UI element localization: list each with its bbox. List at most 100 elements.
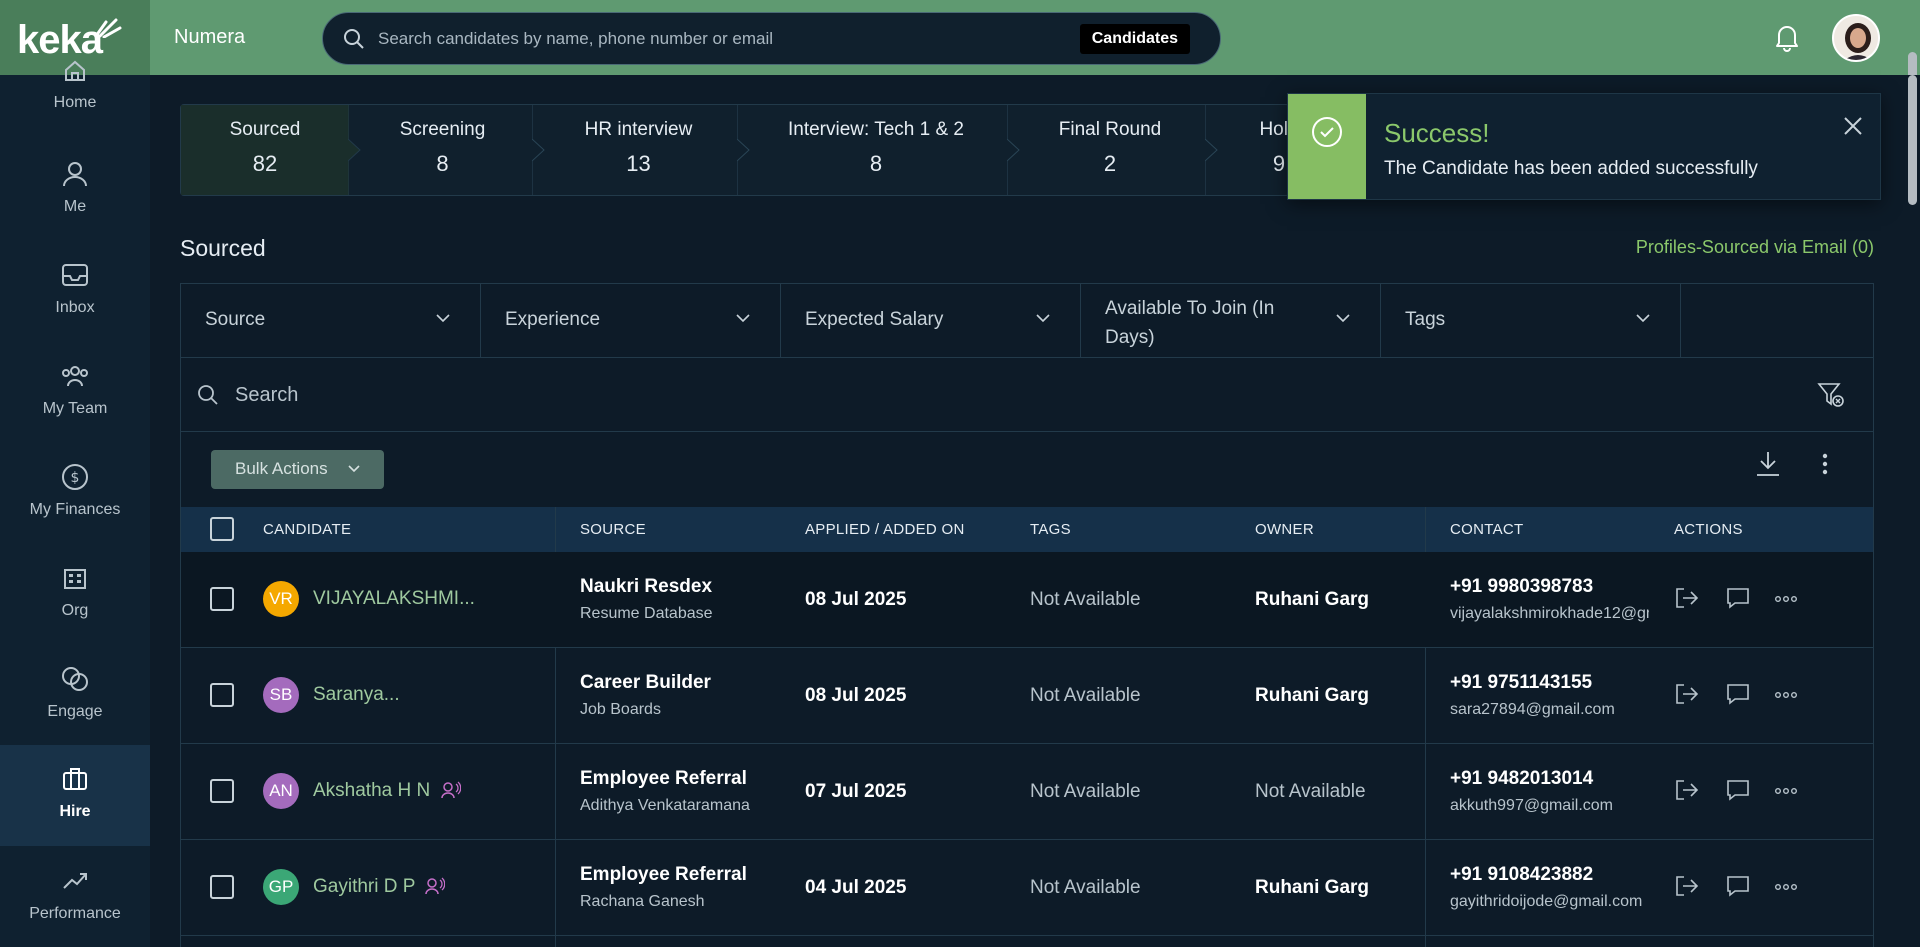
filter-label: Experience <box>505 309 601 330</box>
search-scope-button[interactable]: Candidates <box>1079 24 1190 54</box>
row-checkbox[interactable] <box>210 779 234 803</box>
briefcase-icon <box>63 768 87 790</box>
bell-icon[interactable] <box>1773 22 1801 52</box>
filter-source[interactable]: Source <box>181 284 481 358</box>
col-source[interactable]: SOURCE <box>580 521 646 538</box>
more-options-icon[interactable] <box>1822 452 1828 476</box>
move-stage-icon[interactable] <box>1674 682 1700 706</box>
comment-icon[interactable] <box>1726 778 1750 802</box>
row-checkbox[interactable] <box>210 683 234 707</box>
sidebar-item-me[interactable]: Me <box>0 160 150 260</box>
filter-experience[interactable]: Experience <box>481 284 781 358</box>
col-candidate[interactable]: CANDIDATE <box>263 521 351 538</box>
sidebar-item-performance[interactable]: Performance <box>0 867 150 947</box>
select-all-checkbox[interactable] <box>210 517 234 541</box>
move-stage-icon[interactable] <box>1674 874 1700 898</box>
col-applied[interactable]: APPLIED / ADDED ON <box>805 521 965 538</box>
candidate-owner: Ruhani Garg <box>1255 877 1370 898</box>
stage-tab-final-round[interactable]: Final Round 2 <box>1011 105 1209 195</box>
sidebar-item-inbox[interactable]: Inbox <box>0 261 150 361</box>
sidebar-item-org[interactable]: Org <box>0 564 150 664</box>
stage-tab-screening[interactable]: Screening 8 <box>351 105 534 195</box>
stage-tab-sourced[interactable]: Sourced 82 <box>181 105 349 195</box>
col-tags[interactable]: TAGS <box>1030 521 1071 538</box>
sidebar-item-label: Engage <box>47 703 103 720</box>
more-horizontal-icon[interactable] <box>1775 884 1797 890</box>
filter-expected-salary[interactable]: Expected Salary <box>781 284 1081 358</box>
table-row[interactable]: GP Gayithri D P Employee Referral Rachan… <box>181 840 1873 936</box>
candidate-name[interactable]: Akshatha H N <box>313 780 430 802</box>
col-owner[interactable]: OWNER <box>1255 521 1314 538</box>
comment-icon[interactable] <box>1726 682 1750 706</box>
scrollbar-thumb[interactable] <box>1908 75 1917 205</box>
inbox-icon <box>62 264 88 286</box>
org-name[interactable]: Numera <box>174 26 245 49</box>
sidebar-item-hire[interactable]: Hire <box>0 745 150 846</box>
filter-label: Available To Join (In Days) <box>1105 294 1274 352</box>
chevron-down-icon <box>1036 314 1050 323</box>
sidebar-item-label: Inbox <box>55 299 95 316</box>
filter-bar: Source Experience Expected Salary Availa… <box>181 284 1873 358</box>
chevron-down-icon <box>736 314 750 323</box>
candidate-initials-badge: SB <box>263 677 299 713</box>
candidate-initials-badge: AN <box>263 773 299 809</box>
move-stage-icon[interactable] <box>1674 778 1700 802</box>
table-toolbar: Bulk Actions <box>181 432 1873 507</box>
move-stage-icon[interactable] <box>1674 586 1700 610</box>
applied-date: 04 Jul 2025 <box>805 877 907 898</box>
stage-count: 2 <box>1103 151 1117 176</box>
source-name: Employee Referral <box>580 864 747 885</box>
sidebar-item-my-finances[interactable]: $ My Finances <box>0 463 150 563</box>
bulk-actions-label: Bulk Actions <box>235 459 328 478</box>
row-checkbox[interactable] <box>210 587 234 611</box>
user-icon <box>63 162 87 187</box>
stage-count: 82 <box>252 151 278 176</box>
more-horizontal-icon[interactable] <box>1775 692 1797 698</box>
stage-name: Interview: Tech 1 & 2 <box>787 119 965 140</box>
row-checkbox[interactable] <box>210 875 234 899</box>
filter-available-to-join[interactable]: Available To Join (In Days) <box>1081 284 1381 358</box>
bulk-actions-button[interactable]: Bulk Actions <box>211 450 384 489</box>
sidebar-item-label: Hire <box>59 803 91 820</box>
candidate-search[interactable]: Search <box>181 358 1873 432</box>
stage-name: Sourced <box>229 119 301 140</box>
table-row[interactable]: VR VIJAYALAKSHMI... Naukri Resdex Resume… <box>181 552 1873 648</box>
pipeline-stages: Sourced 82 Screening 8 HR interview 13 I… <box>180 104 1299 196</box>
user-avatar[interactable] <box>1832 14 1880 62</box>
profiles-sourced-email-link[interactable]: Profiles-Sourced via Email (0) <box>1636 237 1874 258</box>
page-scrollbar[interactable] <box>1905 75 1920 947</box>
sidebar-item-home[interactable]: Home <box>0 58 150 158</box>
sidebar-item-label: Performance <box>29 905 121 922</box>
global-search-input[interactable]: Search candidates by name, phone number … <box>378 29 773 49</box>
clear-filter-icon[interactable] <box>1817 382 1845 408</box>
comment-icon[interactable] <box>1726 874 1750 898</box>
success-toast: Success! The Candidate has been added su… <box>1287 93 1881 200</box>
col-contact[interactable]: CONTACT <box>1450 521 1523 538</box>
more-horizontal-icon[interactable] <box>1775 788 1797 794</box>
candidate-email: akkuth997@gmail.com <box>1450 797 1613 814</box>
download-icon[interactable] <box>1755 450 1781 478</box>
candidate-tags: Not Available <box>1030 589 1141 610</box>
search-input[interactable]: Search <box>235 384 298 407</box>
top-bar: keka Numera Search candidates by name, p… <box>0 0 1920 75</box>
dollar-icon: $ <box>62 464 88 490</box>
source-name: Career Builder <box>580 672 711 693</box>
global-search-bar[interactable]: Search candidates by name, phone number … <box>322 12 1221 65</box>
candidate-owner: Ruhani Garg <box>1255 685 1370 706</box>
home-icon <box>65 60 85 81</box>
more-horizontal-icon[interactable] <box>1775 596 1797 602</box>
stage-tab-hr-interview[interactable]: HR interview 13 <box>536 105 741 195</box>
candidate-name[interactable]: VIJAYALAKSHMI... <box>313 588 475 610</box>
comment-icon[interactable] <box>1726 586 1750 610</box>
filter-label: Expected Salary <box>805 309 944 330</box>
keka-logo: keka <box>17 18 103 62</box>
table-row[interactable]: AN Akshatha H N Employee Referral Adithy… <box>181 744 1873 840</box>
filter-tags[interactable]: Tags <box>1381 284 1681 358</box>
candidate-name[interactable]: Gayithri D P <box>313 876 415 898</box>
candidate-name[interactable]: Saranya... <box>313 684 400 706</box>
table-row[interactable]: SB Saranya... Career Builder Job Boards … <box>181 648 1873 744</box>
sidebar-item-my-team[interactable]: My Team <box>0 362 150 462</box>
sidebar-item-label: Org <box>61 602 89 619</box>
close-icon[interactable] <box>1843 116 1863 136</box>
stage-tab-interview-tech[interactable]: Interview: Tech 1 & 2 8 <box>741 105 1011 195</box>
